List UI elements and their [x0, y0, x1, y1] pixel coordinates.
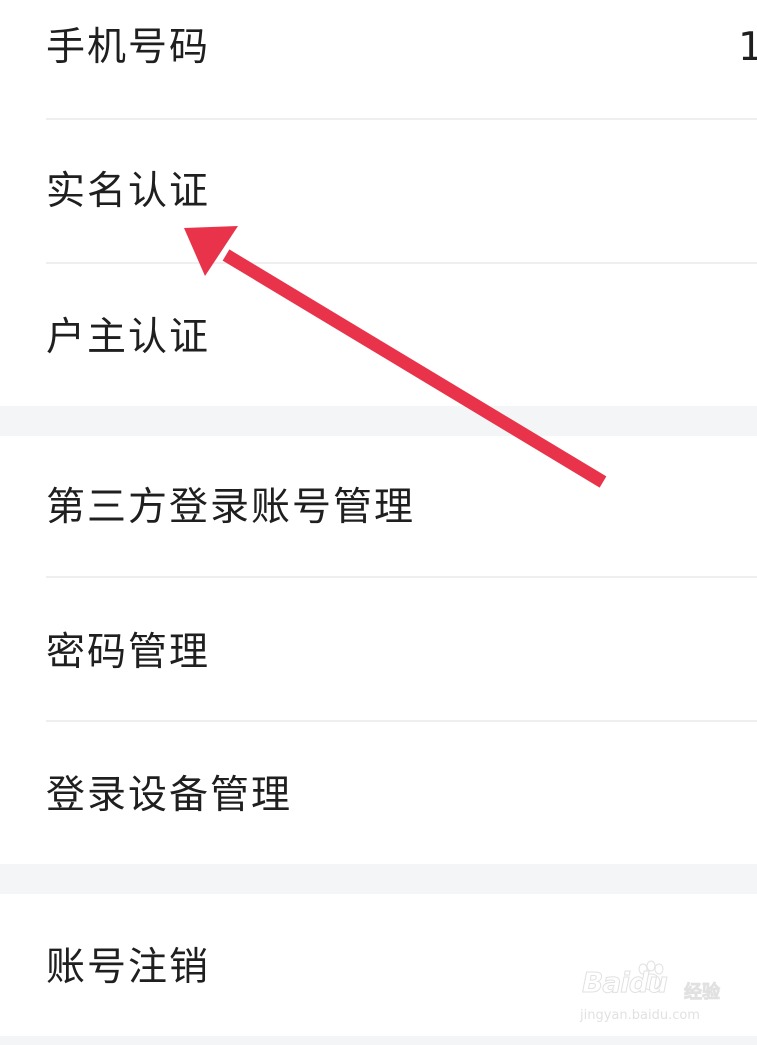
settings-row-cancel-account-label: 账号注销: [46, 945, 211, 990]
account-settings-page: 手机号码 1 实名认证 户主认证 第三方登录账号管理 密码管理 登录设备管理 账…: [0, 0, 757, 1045]
settings-row-devices[interactable]: 登录设备管理: [0, 722, 757, 864]
settings-row-real-name-label: 实名认证: [46, 169, 211, 214]
settings-row-password-label: 密码管理: [46, 630, 211, 675]
settings-row-phone-label: 手机号码: [46, 25, 211, 70]
settings-row-third-party[interactable]: 第三方登录账号管理: [0, 436, 757, 576]
baidu-watermark: Baidu 经验 jingyan.baidu.com: [578, 960, 728, 1030]
section-gap: [0, 1036, 757, 1045]
settings-row-password[interactable]: 密码管理: [0, 578, 757, 720]
settings-row-phone-value: 1: [738, 25, 757, 70]
settings-row-phone[interactable]: 手机号码 1: [0, 0, 757, 118]
settings-row-devices-label: 登录设备管理: [46, 773, 293, 818]
settings-row-household-label: 户主认证: [46, 315, 211, 360]
watermark-logo: Baidu: [582, 966, 669, 1000]
settings-row-real-name[interactable]: 实名认证: [0, 120, 757, 262]
watermark-url: jingyan.baidu.com: [580, 1008, 700, 1023]
settings-row-household[interactable]: 户主认证: [0, 264, 757, 406]
watermark-sub: 经验: [684, 982, 721, 1004]
section-gap: [0, 864, 757, 894]
section-gap: [0, 406, 757, 436]
settings-row-third-party-label: 第三方登录账号管理: [46, 485, 416, 530]
